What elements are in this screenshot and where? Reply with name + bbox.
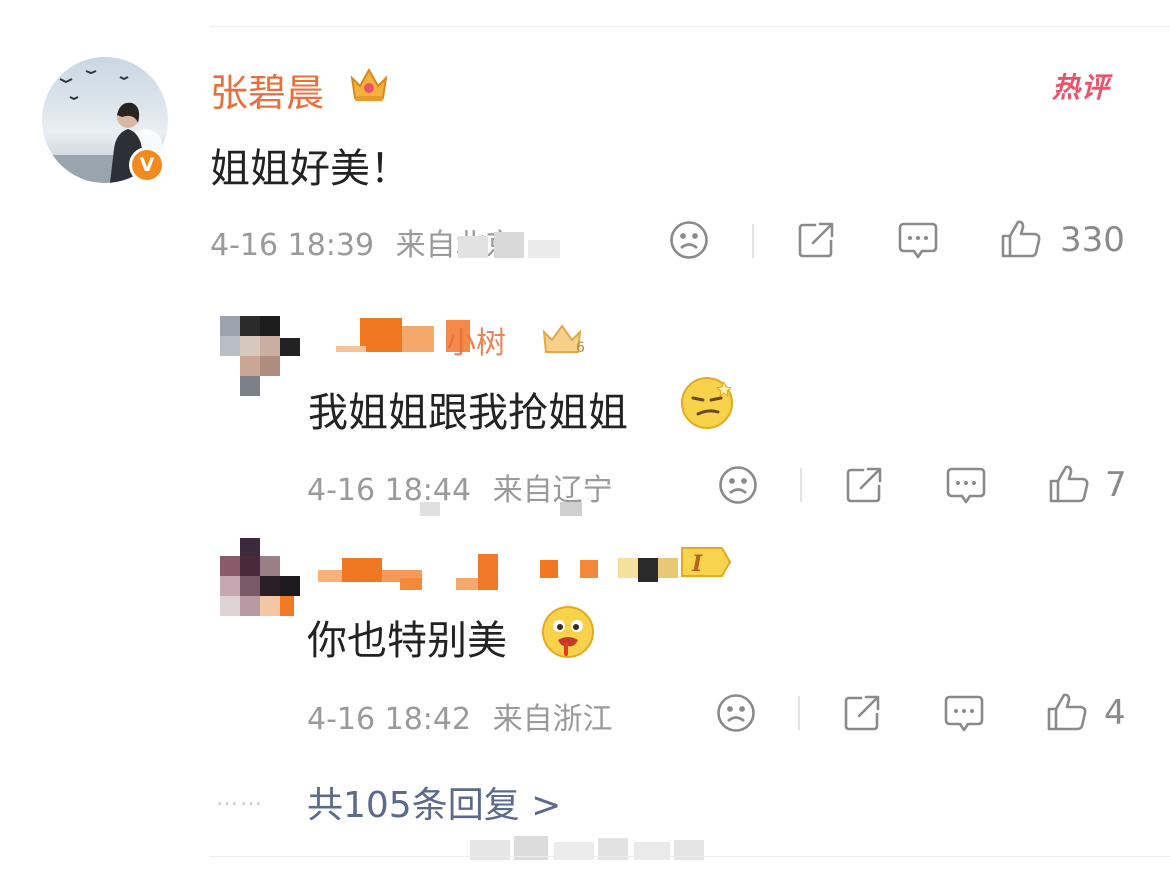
privacy-mosaic xyxy=(420,502,582,516)
comment-text: 姐姐好美！ xyxy=(210,146,410,192)
share-icon[interactable] xyxy=(795,219,837,265)
dislike-icon[interactable] xyxy=(717,464,759,510)
reply-time: 4-16 18:42 xyxy=(307,702,472,737)
author-name[interactable]: 张碧晨 xyxy=(210,62,324,117)
hot-comment-badge: 热评 xyxy=(1052,71,1111,104)
share-icon[interactable] xyxy=(841,692,883,738)
like-count: 330 xyxy=(1060,220,1125,260)
vip-crown-icon: 6 xyxy=(540,322,590,365)
svg-text:6: 6 xyxy=(576,340,585,356)
emoji-smug-icon xyxy=(680,376,734,434)
reply-avatar[interactable] xyxy=(212,538,302,620)
action-separator xyxy=(752,224,754,258)
more-dots: …… xyxy=(216,786,264,811)
like-icon[interactable] xyxy=(1047,462,1091,510)
reply-text: 你也特别美 xyxy=(307,618,507,664)
like-count: 4 xyxy=(1104,693,1126,733)
privacy-mosaic xyxy=(458,232,560,258)
emoji-drool-icon xyxy=(540,604,596,664)
reply-name-mosaic xyxy=(318,554,678,590)
share-icon[interactable] xyxy=(843,464,885,510)
dislike-icon[interactable] xyxy=(715,692,757,738)
reply-avatar[interactable] xyxy=(218,316,302,398)
level-badge-text: I xyxy=(691,551,703,577)
dislike-icon[interactable] xyxy=(668,219,710,265)
reply-text: 我姐姐跟我抢姐姐 xyxy=(308,390,628,436)
like-icon[interactable] xyxy=(1045,690,1089,738)
action-separator xyxy=(798,696,800,730)
level-badge-icon: I xyxy=(678,544,734,589)
bottom-divider xyxy=(210,856,1170,857)
action-separator xyxy=(800,468,802,502)
reply-author-name[interactable]: 小树 xyxy=(446,318,506,362)
vip-crown-icon xyxy=(346,64,392,113)
watermark-mosaic xyxy=(470,836,704,860)
comment-time: 4-16 18:39 xyxy=(210,228,375,263)
reply-meta: 4-16 18:42 来自浙江 xyxy=(307,694,613,738)
reply-location: 来自浙江 xyxy=(492,702,613,737)
reply-icon[interactable] xyxy=(942,692,986,738)
view-more-replies-link[interactable]: 共105条回复 > xyxy=(307,776,561,828)
verified-badge: V xyxy=(129,147,165,183)
like-icon[interactable] xyxy=(999,217,1043,265)
top-divider xyxy=(210,26,1170,27)
reply-icon[interactable] xyxy=(944,464,988,510)
like-count: 7 xyxy=(1105,465,1127,505)
reply-icon[interactable] xyxy=(896,219,940,265)
